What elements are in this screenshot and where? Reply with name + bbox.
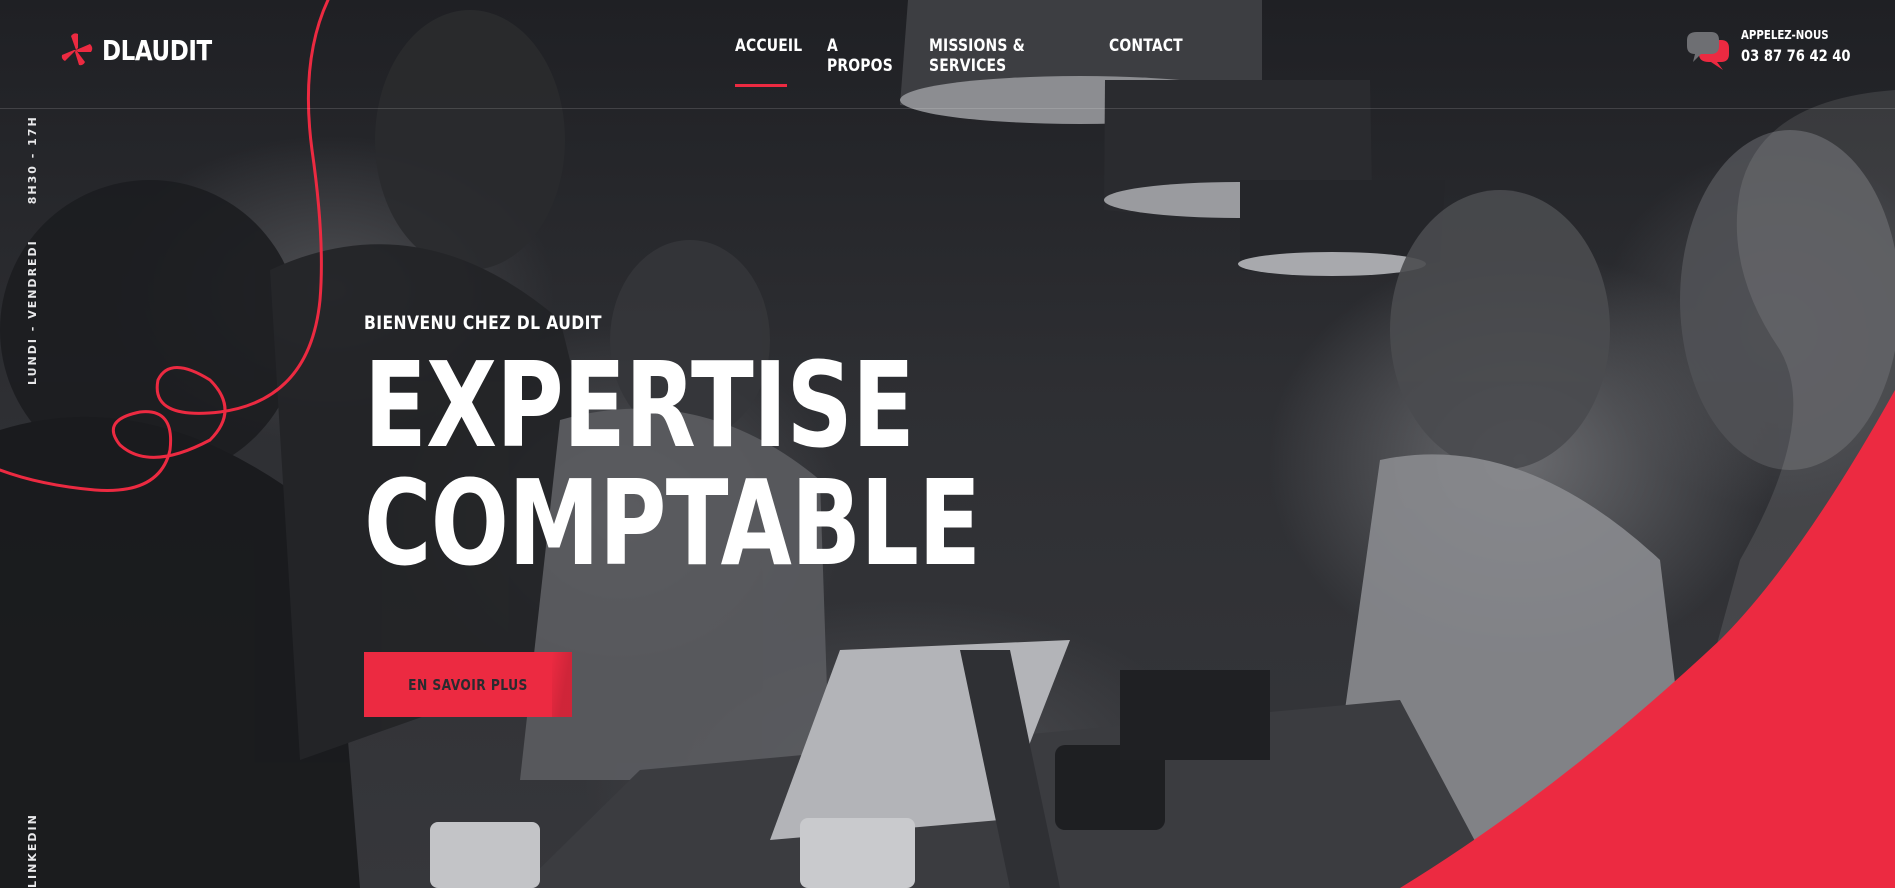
propeller-logo-icon	[61, 33, 93, 66]
hero-content: BIENVENU CHEZ DL AUDIT EXPERTISE COMPTAB…	[364, 312, 1154, 582]
brand-name: DLAUDIT	[102, 33, 212, 67]
learn-more-button[interactable]: EN SAVOIR PLUS	[364, 652, 572, 717]
chat-bubbles-icon	[1687, 32, 1729, 70]
main-nav: ACCUEIL A PROPOS MISSIONS & SERVICES CON…	[735, 36, 1183, 87]
phone-contact[interactable]: APPELEZ-NOUS 03 87 76 42 40	[1685, 28, 1875, 74]
nav-link-accueil[interactable]: ACCUEIL	[735, 36, 802, 56]
social-link-linkedin[interactable]: LINKEDIN	[26, 813, 39, 888]
button-shade	[552, 652, 572, 717]
logo-link[interactable]: DLAUDIT	[56, 30, 236, 70]
phone-number[interactable]: 03 87 76 42 40	[1741, 46, 1851, 65]
nav-item-contact: CONTACT	[1109, 36, 1183, 76]
nav-link-missions-services[interactable]: MISSIONS & SERVICES	[929, 36, 1044, 76]
opening-hours-text: LUNDI - VENDREDI 8H30 - 17H	[26, 115, 39, 385]
hero-headline: EXPERTISE COMPTABLE	[364, 336, 981, 592]
phone-label: APPELEZ-NOUS	[1741, 28, 1829, 42]
nav-item-accueil: ACCUEIL	[735, 36, 802, 87]
hero-eyebrow: BIENVENU CHEZ DL AUDIT	[364, 312, 602, 334]
header-divider	[0, 108, 1895, 109]
nav-link-a-propos[interactable]: A PROPOS	[827, 36, 893, 76]
nav-link-contact[interactable]: CONTACT	[1109, 36, 1183, 56]
nav-item-missions-services: MISSIONS & SERVICES	[929, 36, 1069, 76]
nav-item-a-propos: A PROPOS	[827, 36, 893, 76]
hero-headline-line-2: COMPTABLE	[364, 454, 981, 592]
learn-more-label: EN SAVOIR PLUS	[408, 675, 528, 694]
hero-headline-line-1: EXPERTISE	[364, 336, 915, 474]
